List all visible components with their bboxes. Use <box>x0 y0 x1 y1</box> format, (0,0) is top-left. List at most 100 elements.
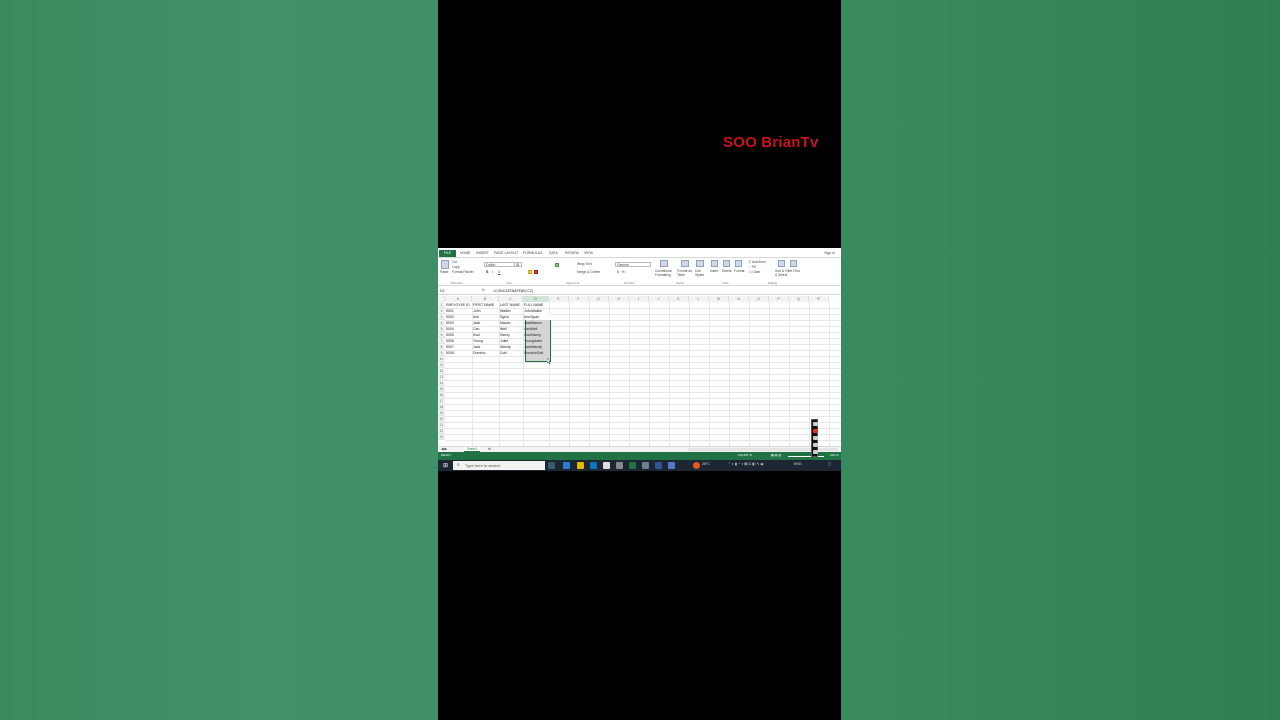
paste-icon[interactable] <box>441 260 449 269</box>
clear-button[interactable]: ◇ Clear <box>749 270 760 274</box>
column-header-m[interactable]: M <box>709 296 729 302</box>
column-header-n[interactable]: N <box>729 296 749 302</box>
conditional-formatting-button[interactable]: Conditional Formatting <box>655 269 675 277</box>
fill-button[interactable]: ↓ Fill <box>749 265 756 269</box>
number-format-select[interactable]: General <box>615 262 651 267</box>
column-header-p[interactable]: P <box>769 296 789 302</box>
sort-filter-icon[interactable] <box>778 260 785 267</box>
column-header-q[interactable]: Q <box>789 296 809 302</box>
excel-icon[interactable] <box>629 462 636 469</box>
app-icon[interactable] <box>616 462 623 469</box>
wrap-text-button[interactable]: Wrap Text <box>577 262 592 266</box>
format-as-table-icon[interactable] <box>681 260 689 267</box>
language-indicator[interactable]: ENG <box>794 462 802 466</box>
cut-button[interactable]: Cut <box>452 260 457 264</box>
ribbon-tabs: FILE HOME INSERT PAGE LAYOUT FORMULAS DA… <box>438 248 841 258</box>
row-header-23[interactable]: 23 <box>438 434 445 440</box>
format-cells-icon[interactable] <box>735 260 742 267</box>
taskbar-search-input[interactable]: Type here to search <box>453 461 545 470</box>
italic-button[interactable]: I <box>492 270 493 274</box>
tab-data[interactable]: DATA <box>549 251 558 255</box>
fill-color-icon[interactable] <box>528 270 532 274</box>
format-painter-button[interactable]: Format Painter <box>452 270 474 274</box>
worksheet-grid[interactable]: ABCDEFGHIJKLMNOPQR 1 2 3 4 5 6 7 8 9 10 11 12 13 14 15… <box>438 296 841 446</box>
column-header-o[interactable]: O <box>749 296 769 302</box>
file-explorer-icon[interactable] <box>577 462 584 469</box>
camera-icon[interactable] <box>813 422 818 426</box>
tab-page-layout[interactable]: PAGE LAYOUT <box>494 251 518 255</box>
tab-home[interactable]: HOME <box>460 251 471 255</box>
highlighter-icon[interactable] <box>813 443 818 447</box>
autosum-button[interactable]: Σ AutoSum <box>749 260 766 264</box>
zoom-slider[interactable] <box>788 456 824 457</box>
word-icon[interactable] <box>655 462 662 469</box>
row-gridline <box>445 398 841 399</box>
tab-view[interactable]: VIEW <box>584 251 593 255</box>
underline-button[interactable]: U <box>498 270 500 274</box>
delete-cells-button[interactable]: Delete <box>722 269 732 273</box>
conditional-formatting-icon[interactable] <box>660 260 668 267</box>
insert-cells-icon[interactable] <box>711 260 718 267</box>
merge-center-button[interactable]: Merge & Center <box>577 270 600 274</box>
zoom-level[interactable]: 100 % <box>830 453 839 457</box>
column-header-l[interactable]: L <box>689 296 709 302</box>
format-as-table-button[interactable]: Format as Table <box>677 269 693 277</box>
tab-review[interactable]: REVIEW <box>565 251 579 255</box>
font-color-icon[interactable] <box>534 270 538 274</box>
mail-icon[interactable] <box>603 462 610 469</box>
sheet-nav-arrows[interactable]: ◀ ▶ <box>441 447 447 451</box>
delete-cells-icon[interactable] <box>723 260 730 267</box>
name-box[interactable]: D3 <box>440 288 456 294</box>
currency-button[interactable]: $ · % , <box>617 270 627 274</box>
font-size-select[interactable]: 11 <box>514 262 522 267</box>
cell-a9[interactable]: 5008 <box>445 350 472 356</box>
view-buttons[interactable]: ▦ ▤ ▥ <box>771 453 781 457</box>
autosum-label: AutoSum <box>751 260 766 264</box>
insert-cells-button[interactable]: Insert <box>710 269 718 273</box>
column-header-k[interactable]: K <box>669 296 689 302</box>
bold-button[interactable]: B <box>486 270 488 274</box>
column-header-h[interactable]: H <box>609 296 629 302</box>
find-select-icon[interactable] <box>790 260 797 267</box>
font-name-select[interactable]: Calibri <box>484 262 518 267</box>
weather-temp[interactable]: 26°C <box>702 462 710 466</box>
recorder-toolbar[interactable] <box>811 419 818 457</box>
cell-d9[interactable]: DominicGob' <box>523 350 549 356</box>
row-gridline <box>445 440 841 441</box>
cell-styles-button[interactable]: Cell Styles <box>695 269 707 277</box>
align-icon[interactable] <box>555 263 559 267</box>
add-sheet-button[interactable]: ⊕ <box>488 447 491 451</box>
column-header-r[interactable]: R <box>809 296 829 302</box>
file-tab[interactable]: FILE <box>439 250 456 257</box>
task-view-icon[interactable] <box>548 462 555 469</box>
cell-styles-icon[interactable] <box>696 260 704 267</box>
tab-formulas[interactable]: FORMULAS <box>523 251 542 255</box>
edge-icon[interactable] <box>563 462 570 469</box>
windows-start-icon[interactable]: ⊞ <box>443 462 448 469</box>
tab-insert[interactable]: INSERT <box>476 251 489 255</box>
notification-icon[interactable]: ▢ <box>828 462 831 466</box>
pen-icon[interactable] <box>813 436 818 440</box>
column-header-g[interactable]: G <box>589 296 609 302</box>
formula-input[interactable]: =CONCATENATE(B2,C2) <box>493 288 533 294</box>
row-gridline <box>445 362 841 363</box>
copy-button[interactable]: Copy <box>452 265 460 269</box>
settings-icon[interactable] <box>813 450 818 454</box>
sign-in-link[interactable]: Sign in <box>824 251 835 255</box>
app-icon-2[interactable] <box>642 462 649 469</box>
sort-find-labels[interactable]: Sort & Filter Find & Select <box>775 269 801 277</box>
app-icon-3[interactable] <box>668 462 675 469</box>
column-header-f[interactable]: F <box>569 296 589 302</box>
column-header-j[interactable]: J <box>649 296 669 302</box>
column-header-i[interactable]: I <box>629 296 649 302</box>
format-cells-button[interactable]: Format <box>734 269 744 273</box>
fx-icon[interactable]: fx <box>482 288 485 292</box>
record-icon[interactable] <box>813 429 818 433</box>
cell-c9[interactable]: Gob' <box>499 350 523 356</box>
row-gridline <box>445 434 841 435</box>
store-icon[interactable] <box>590 462 597 469</box>
system-tray-icons[interactable]: ⌃ ◐ ▮ ◔ ◑ ▤ ⊡ ◧ ✎ ◉ <box>728 462 764 466</box>
column-header-e[interactable]: E <box>549 296 569 302</box>
cell-b9[interactable]: Dominic <box>472 350 499 356</box>
weather-icon[interactable] <box>693 462 700 469</box>
